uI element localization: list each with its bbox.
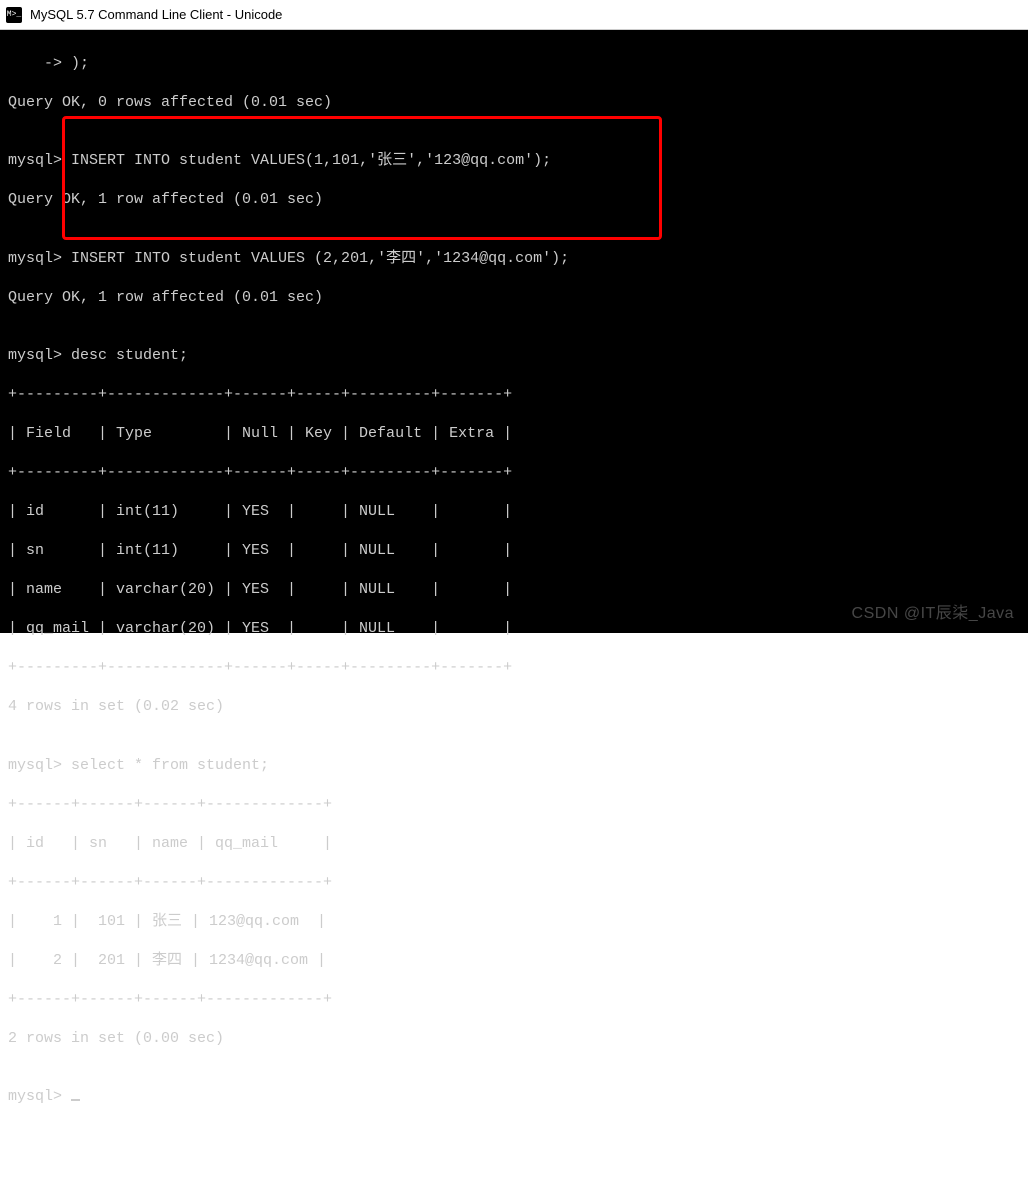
terminal-output[interactable]: -> ); Query OK, 0 rows affected (0.01 se… [0, 30, 1028, 633]
table-row: | name | varchar(20) | YES | | NULL | | [8, 580, 1020, 600]
insert-statement-2: mysql> INSERT INTO student VALUES (2,201… [8, 249, 1020, 269]
prompt: mysql> [8, 152, 62, 169]
select-statement: mysql> select * from student; [8, 756, 1020, 776]
prompt: mysql> [8, 757, 62, 774]
cursor-icon [71, 1099, 80, 1101]
query-result: Query OK, 1 row affected (0.01 sec) [8, 288, 1020, 308]
prompt: mysql> [8, 347, 62, 364]
table-border: +---------+-------------+------+-----+--… [8, 385, 1020, 405]
app-icon: M>_ [6, 7, 22, 23]
table-row: | sn | int(11) | YES | | NULL | | [8, 541, 1020, 561]
table-header: | id | sn | name | qq_mail | [8, 834, 1020, 854]
query-result: Query OK, 0 rows affected (0.01 sec) [8, 93, 1020, 113]
table-border: +---------+-------------+------+-----+--… [8, 463, 1020, 483]
prompt-line[interactable]: mysql> [8, 1087, 1020, 1107]
window-title: MySQL 5.7 Command Line Client - Unicode [30, 7, 282, 22]
table-row: | 2 | 201 | 李四 | 1234@qq.com | [8, 951, 1020, 971]
sql-text: select * from student; [62, 757, 269, 774]
table-header: | Field | Type | Null | Key | Default | … [8, 424, 1020, 444]
table-border: +------+------+------+-------------+ [8, 990, 1020, 1010]
table-border: +------+------+------+-------------+ [8, 795, 1020, 815]
sql-text: INSERT INTO student VALUES(1,101,'张三','1… [62, 152, 551, 169]
result-footer: 2 rows in set (0.00 sec) [8, 1029, 1020, 1049]
table-border: +------+------+------+-------------+ [8, 873, 1020, 893]
table-row: | id | int(11) | YES | | NULL | | [8, 502, 1020, 522]
table-row: | 1 | 101 | 张三 | 123@qq.com | [8, 912, 1020, 932]
query-result: Query OK, 1 row affected (0.01 sec) [8, 190, 1020, 210]
table-border: +---------+-------------+------+-----+--… [8, 658, 1020, 678]
prompt: mysql> [8, 1088, 62, 1105]
highlight-annotation [62, 116, 662, 240]
insert-statement-1: mysql> INSERT INTO student VALUES(1,101,… [8, 151, 1020, 171]
desc-statement: mysql> desc student; [8, 346, 1020, 366]
table-row: | qq_mail | varchar(20) | YES | | NULL |… [8, 619, 1020, 639]
prompt: mysql> [8, 250, 62, 267]
line-continuation: -> ); [8, 54, 1020, 74]
sql-text: INSERT INTO student VALUES (2,201,'李四','… [62, 250, 569, 267]
sql-text: desc student; [62, 347, 188, 364]
result-footer: 4 rows in set (0.02 sec) [8, 697, 1020, 717]
window-titlebar: M>_ MySQL 5.7 Command Line Client - Unic… [0, 0, 1028, 30]
